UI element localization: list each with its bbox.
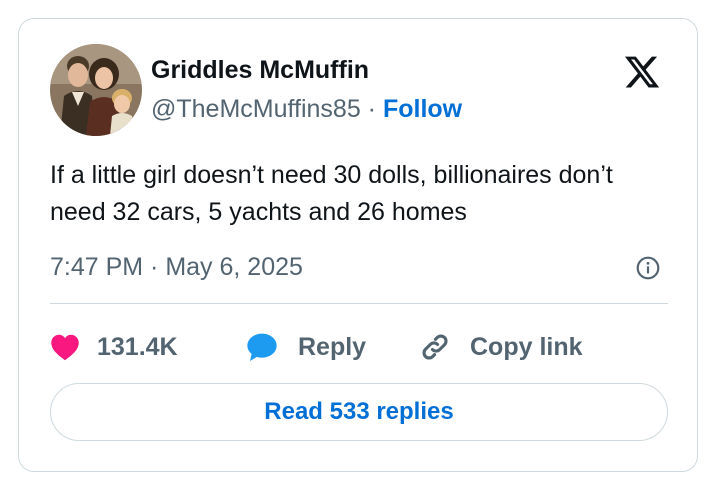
heart-icon [51, 334, 79, 361]
like-button[interactable]: 131.4K [50, 327, 178, 367]
tweet-text: If a little girl doesn’t need 30 dolls, … [50, 161, 613, 226]
copy-link-button[interactable]: Copy link [418, 327, 583, 367]
author-name[interactable]: Griddles McMuffin [151, 55, 369, 85]
follow-button[interactable]: Follow [383, 95, 462, 123]
reply-button[interactable]: Reply [246, 327, 366, 367]
like-count: 131.4K [97, 332, 178, 361]
author-avatar[interactable] [50, 44, 142, 136]
speech-bubble-icon [247, 333, 277, 361]
author-handle[interactable]: @TheMcMuffins85 [151, 95, 361, 123]
handle-separator: · [367, 95, 376, 123]
action-bar: 131.4K Reply Copy link [50, 327, 670, 367]
family-photo-avatar-icon [50, 44, 142, 136]
divider [50, 303, 668, 304]
tweet-card: Griddles McMuffin @TheMcMuffins85 · Foll… [18, 18, 698, 472]
reply-label: Reply [298, 332, 367, 361]
link-icon [422, 334, 448, 360]
copy-link-label: Copy link [470, 332, 583, 361]
info-icon[interactable] [635, 255, 661, 281]
tweet-timestamp[interactable]: 7:47 PM · May 6, 2025 [50, 252, 303, 282]
x-logo-icon[interactable] [623, 53, 661, 91]
author-handle-row: @TheMcMuffins85 · Follow [151, 94, 462, 124]
read-replies-button[interactable]: Read 533 replies [50, 383, 668, 441]
